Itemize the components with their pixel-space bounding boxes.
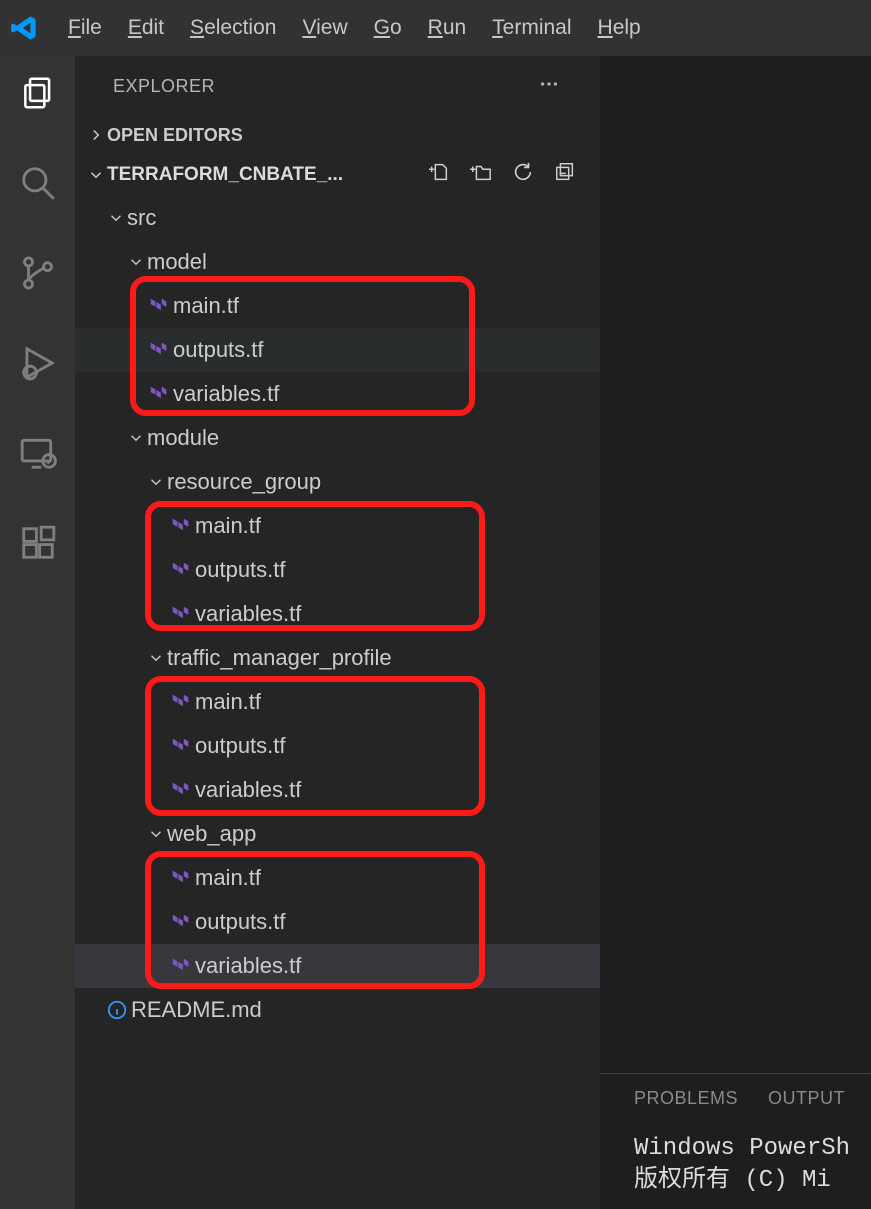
file-rg-outputs[interactable]: outputs.tf [75,548,600,592]
chevron-down-icon [145,649,167,667]
file-tmp-main[interactable]: main.tf [75,680,600,724]
terminal-output[interactable]: Windows PowerSh 版权所有 (C) Mi [634,1133,871,1198]
file-rg-main[interactable]: main.tf [75,504,600,548]
terraform-icon [167,867,195,889]
menu-bar: File Edit Selection View Go Run Terminal… [0,0,871,56]
sidebar-title-label: EXPLORER [113,76,215,97]
file-tmp-outputs[interactable]: outputs.tf [75,724,600,768]
search-icon[interactable] [19,164,57,208]
project-header[interactable]: TERRAFORM_CNBATE_... [75,154,600,196]
menu-go[interactable]: Go [374,16,402,40]
file-label: main.tf [195,865,261,891]
folder-label: src [127,205,156,231]
menu-edit[interactable]: Edit [128,16,164,40]
file-label: variables.tf [195,777,301,803]
file-label: variables.tf [195,601,301,627]
vscode-logo-icon [10,14,38,42]
open-editors-section[interactable]: OPEN EDITORS [75,116,600,154]
file-wa-variables[interactable]: variables.tf [75,944,600,988]
terraform-icon [167,515,195,537]
file-readme[interactable]: README.md [75,988,600,1032]
folder-label: web_app [167,821,256,847]
terraform-icon [167,955,195,977]
file-label: outputs.tf [195,909,286,935]
sidebar-title: EXPLORER [75,56,600,116]
extensions-icon[interactable] [19,524,57,568]
terraform-icon [167,911,195,933]
file-model-variables[interactable]: variables.tf [75,372,600,416]
editor-area: PROBLEMS OUTPUT Windows PowerSh 版权所有 (C)… [600,56,871,1209]
remote-explorer-icon[interactable] [19,434,57,478]
terraform-icon [145,383,173,405]
folder-label: model [147,249,207,275]
run-debug-icon[interactable] [19,344,57,388]
menu-file[interactable]: File [68,16,102,40]
terraform-icon [167,735,195,757]
activity-bar [0,56,75,1209]
panel: PROBLEMS OUTPUT Windows PowerSh 版权所有 (C)… [600,1073,871,1209]
folder-traffic-manager-profile[interactable]: traffic_manager_profile [75,636,600,680]
folder-web-app[interactable]: web_app [75,812,600,856]
file-rg-variables[interactable]: variables.tf [75,592,600,636]
menu-run[interactable]: Run [428,16,467,40]
chevron-down-icon [145,825,167,843]
file-tree: src model main.tf outputs.tf variables.t… [75,196,600,1209]
collapse-all-icon[interactable] [554,161,576,189]
menu-help[interactable]: Help [598,16,641,40]
open-editors-label: OPEN EDITORS [107,125,243,146]
file-model-outputs[interactable]: outputs.tf [75,328,600,372]
terraform-icon [167,603,195,625]
file-label: outputs.tf [195,557,286,583]
terminal-line: Windows PowerSh [634,1133,871,1165]
terraform-icon [145,295,173,317]
folder-label: module [147,425,219,451]
file-model-main[interactable]: main.tf [75,284,600,328]
file-label: outputs.tf [195,733,286,759]
file-label: outputs.tf [173,337,264,363]
folder-label: resource_group [167,469,321,495]
tab-problems[interactable]: PROBLEMS [634,1088,738,1109]
folder-resource-group[interactable]: resource_group [75,460,600,504]
chevron-down-icon [125,253,147,271]
editor-empty [600,56,871,1073]
source-control-icon[interactable] [19,254,57,298]
chevron-down-icon [125,429,147,447]
chevron-down-icon [145,473,167,491]
terminal-line: 版权所有 (C) Mi [634,1165,871,1197]
file-wa-main[interactable]: main.tf [75,856,600,900]
folder-module[interactable]: module [75,416,600,460]
file-label: main.tf [173,293,239,319]
chevron-right-icon [85,126,107,144]
file-label: README.md [131,997,262,1023]
chevron-down-icon [105,209,127,227]
file-label: main.tf [195,689,261,715]
project-name-label: TERRAFORM_CNBATE_... [107,164,343,186]
folder-src[interactable]: src [75,196,600,240]
refresh-icon[interactable] [512,161,534,189]
file-wa-outputs[interactable]: outputs.tf [75,900,600,944]
folder-model[interactable]: model [75,240,600,284]
file-label: main.tf [195,513,261,539]
terraform-icon [167,559,195,581]
menu-view[interactable]: View [302,16,347,40]
folder-label: traffic_manager_profile [167,645,392,671]
explorer-icon[interactable] [19,74,57,118]
more-actions-icon[interactable] [538,73,560,100]
terraform-icon [145,339,173,361]
info-icon [103,999,131,1021]
tab-output[interactable]: OUTPUT [768,1088,845,1109]
explorer-sidebar: EXPLORER OPEN EDITORS TERRAFORM_CNBATE_.… [75,56,600,1209]
terraform-icon [167,691,195,713]
menu-terminal[interactable]: Terminal [492,16,571,40]
new-file-icon[interactable] [428,161,450,189]
menu-selection[interactable]: Selection [190,16,276,40]
file-label: variables.tf [173,381,279,407]
file-tmp-variables[interactable]: variables.tf [75,768,600,812]
new-folder-icon[interactable] [470,161,492,189]
chevron-down-icon [85,166,107,184]
terraform-icon [167,779,195,801]
file-label: variables.tf [195,953,301,979]
